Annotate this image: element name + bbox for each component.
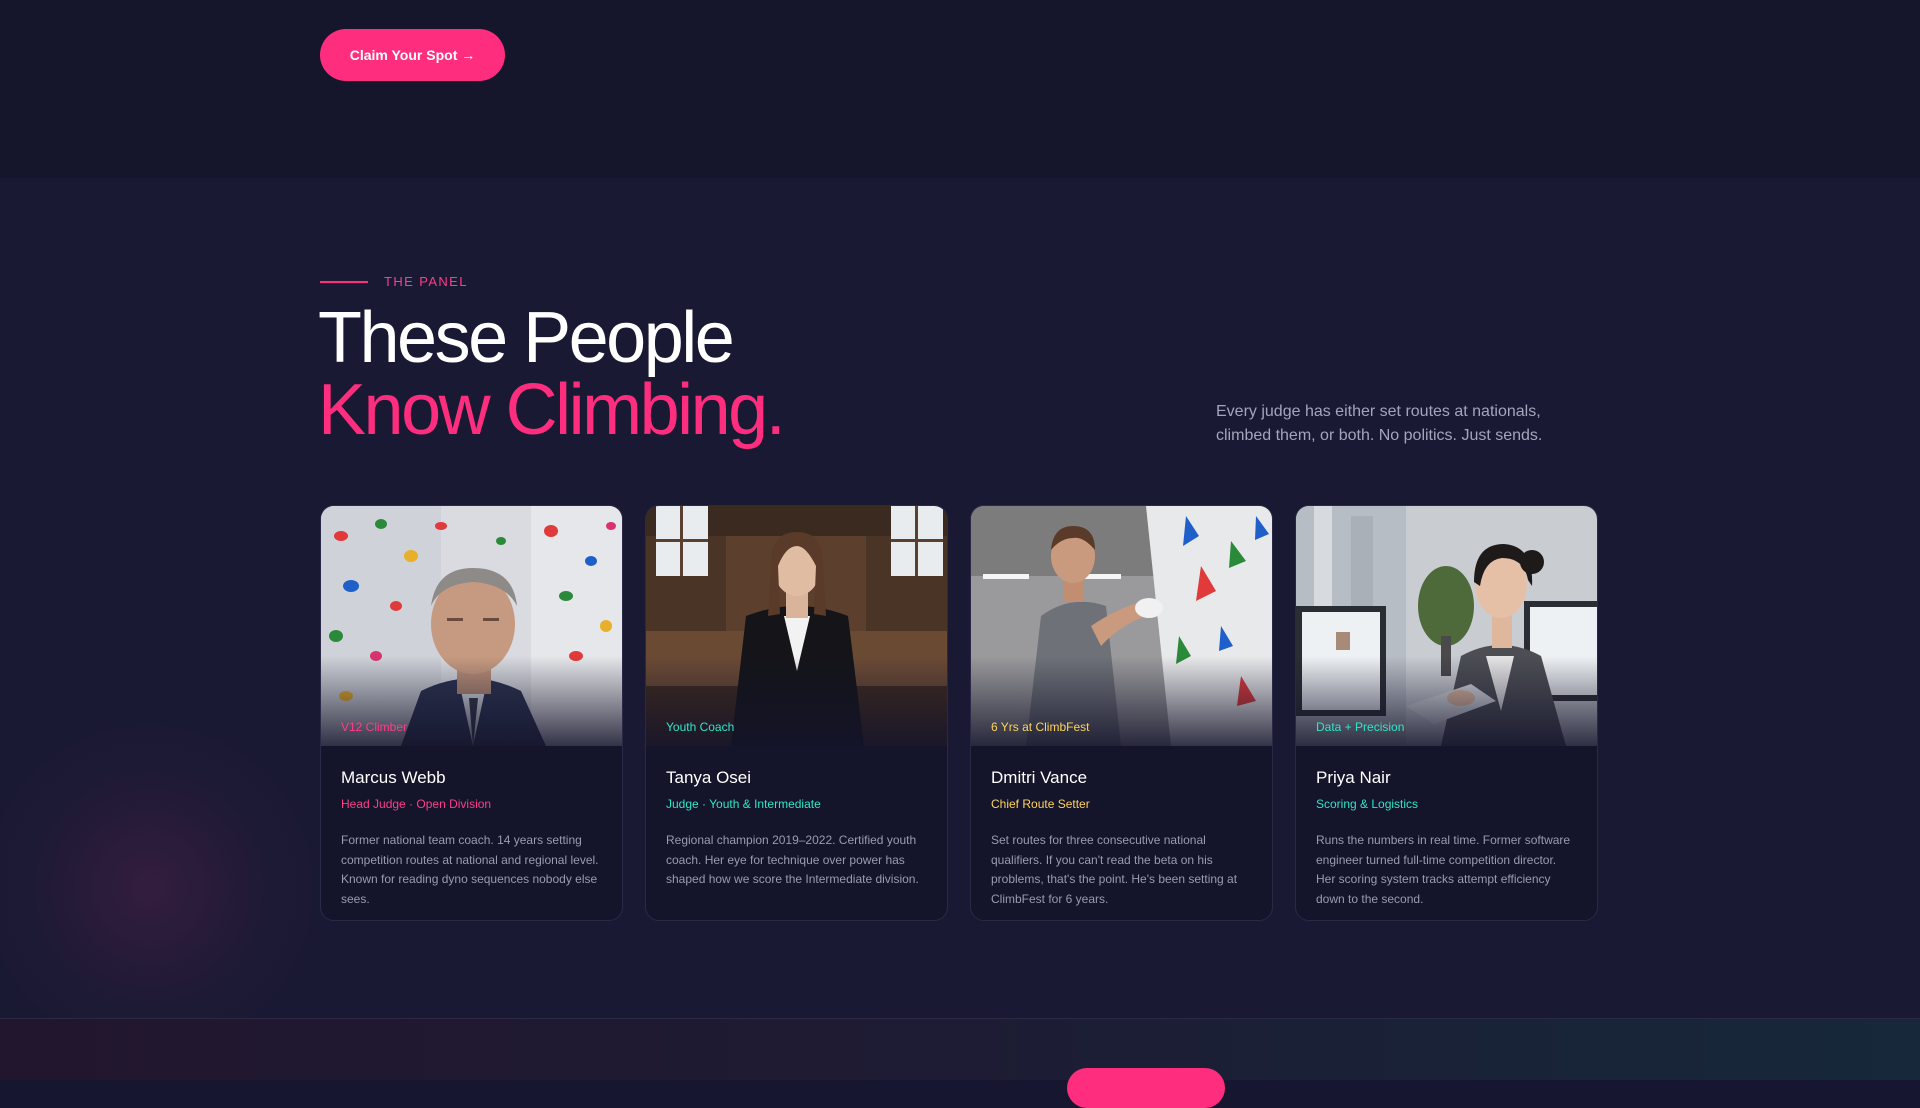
- bottom-cta-band: [0, 1018, 1920, 1108]
- panel-section: THE PANEL These People Know Climbing. Ev…: [0, 178, 1920, 1018]
- judge-name: Dmitri Vance: [991, 768, 1088, 787]
- judge-card: V12 Climber Marcus Webb Head Judge · Ope…: [320, 505, 623, 921]
- judge-bio: Runs the numbers in real time. Former so…: [1316, 833, 1571, 906]
- top-band: Claim Your Spot →: [0, 0, 1920, 178]
- judge-bio: Set routes for three consecutive nationa…: [991, 833, 1238, 906]
- judge-tag: Youth Coach: [666, 720, 735, 734]
- bottom-cta-button[interactable]: [1067, 1068, 1225, 1108]
- claim-spot-button[interactable]: Claim Your Spot →: [320, 29, 505, 81]
- judge-photo: [321, 506, 622, 746]
- judge-photo: [1296, 506, 1597, 746]
- judge-cards: V12 Climber Marcus Webb Head Judge · Ope…: [320, 505, 1600, 921]
- judge-tag: 6 Yrs at ClimbFest: [991, 720, 1090, 734]
- judge-role: Scoring & Logistics: [1316, 797, 1419, 811]
- judge-photo: [646, 506, 947, 746]
- judge-tag: Data + Precision: [1316, 720, 1405, 734]
- judge-role: Judge · Youth & Intermediate: [666, 797, 821, 811]
- judge-name: Priya Nair: [1316, 768, 1391, 787]
- judge-name: Tanya Osei: [666, 768, 752, 787]
- judge-bio: Regional champion 2019–2022. Certified y…: [666, 833, 919, 886]
- section-heading: These People Know Climbing.: [318, 298, 786, 450]
- judge-photo: [971, 506, 1272, 746]
- judge-bio: Former national team coach. 14 years set…: [341, 833, 599, 906]
- judge-tag: V12 Climber: [341, 720, 408, 734]
- eyebrow-label: THE PANEL: [384, 274, 468, 289]
- eyebrow-line: [320, 280, 368, 283]
- background-glow: [0, 698, 340, 1018]
- judge-role: Head Judge · Open Division: [341, 797, 492, 811]
- heading-line-1: These People: [318, 298, 735, 378]
- judge-name: Marcus Webb: [341, 768, 446, 787]
- judge-card: Data + Precision Priya Nair Scoring & Lo…: [1295, 505, 1598, 921]
- judge-role: Chief Route Setter: [991, 797, 1090, 811]
- section-intro: Every judge has either set routes at nat…: [1216, 403, 1543, 444]
- eyebrow: THE PANEL: [320, 274, 468, 289]
- judge-card: Youth Coach Tanya Osei Judge · Youth & I…: [645, 505, 948, 921]
- heading-line-2: Know Climbing.: [318, 370, 786, 450]
- judge-card: 6 Yrs at ClimbFest Dmitri Vance Chief Ro…: [970, 505, 1273, 921]
